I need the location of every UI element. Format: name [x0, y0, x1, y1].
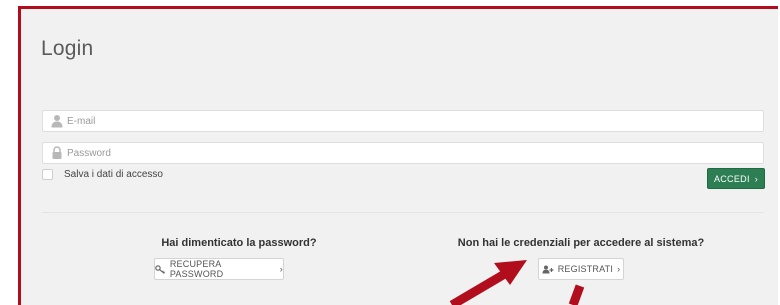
divider — [42, 212, 764, 213]
chevron-right-icon: › — [279, 264, 283, 274]
user-icon — [51, 115, 63, 128]
chevron-right-icon: › — [617, 264, 621, 274]
forgot-password-question: Hai dimenticato la password? — [161, 237, 317, 249]
chevron-right-icon: › — [754, 173, 759, 184]
email-input[interactable] — [67, 113, 747, 129]
remember-label[interactable]: Salva i dati di accesso — [64, 169, 163, 180]
password-field-wrapper — [42, 142, 764, 164]
page-title: Login — [41, 37, 94, 60]
key-icon — [155, 264, 165, 274]
email-field-wrapper — [42, 110, 764, 132]
recover-password-button[interactable]: RECUPERA PASSWORD › — [154, 258, 284, 280]
recover-password-label: RECUPERA PASSWORD — [169, 259, 224, 279]
add-user-icon — [542, 265, 554, 273]
remember-checkbox[interactable] — [42, 169, 53, 180]
login-button[interactable]: ACCEDI › — [707, 168, 765, 189]
register-label: REGISTRATI — [557, 264, 614, 274]
lock-icon — [52, 146, 62, 159]
login-panel: Login Salva i dati di accesso ACCEDI › H… — [18, 6, 778, 305]
password-input[interactable] — [67, 145, 747, 161]
register-button[interactable]: REGISTRATI › — [538, 258, 624, 280]
register-question: Non hai le credenziali per accedere al s… — [457, 237, 705, 249]
login-button-label: ACCEDI — [713, 173, 750, 184]
